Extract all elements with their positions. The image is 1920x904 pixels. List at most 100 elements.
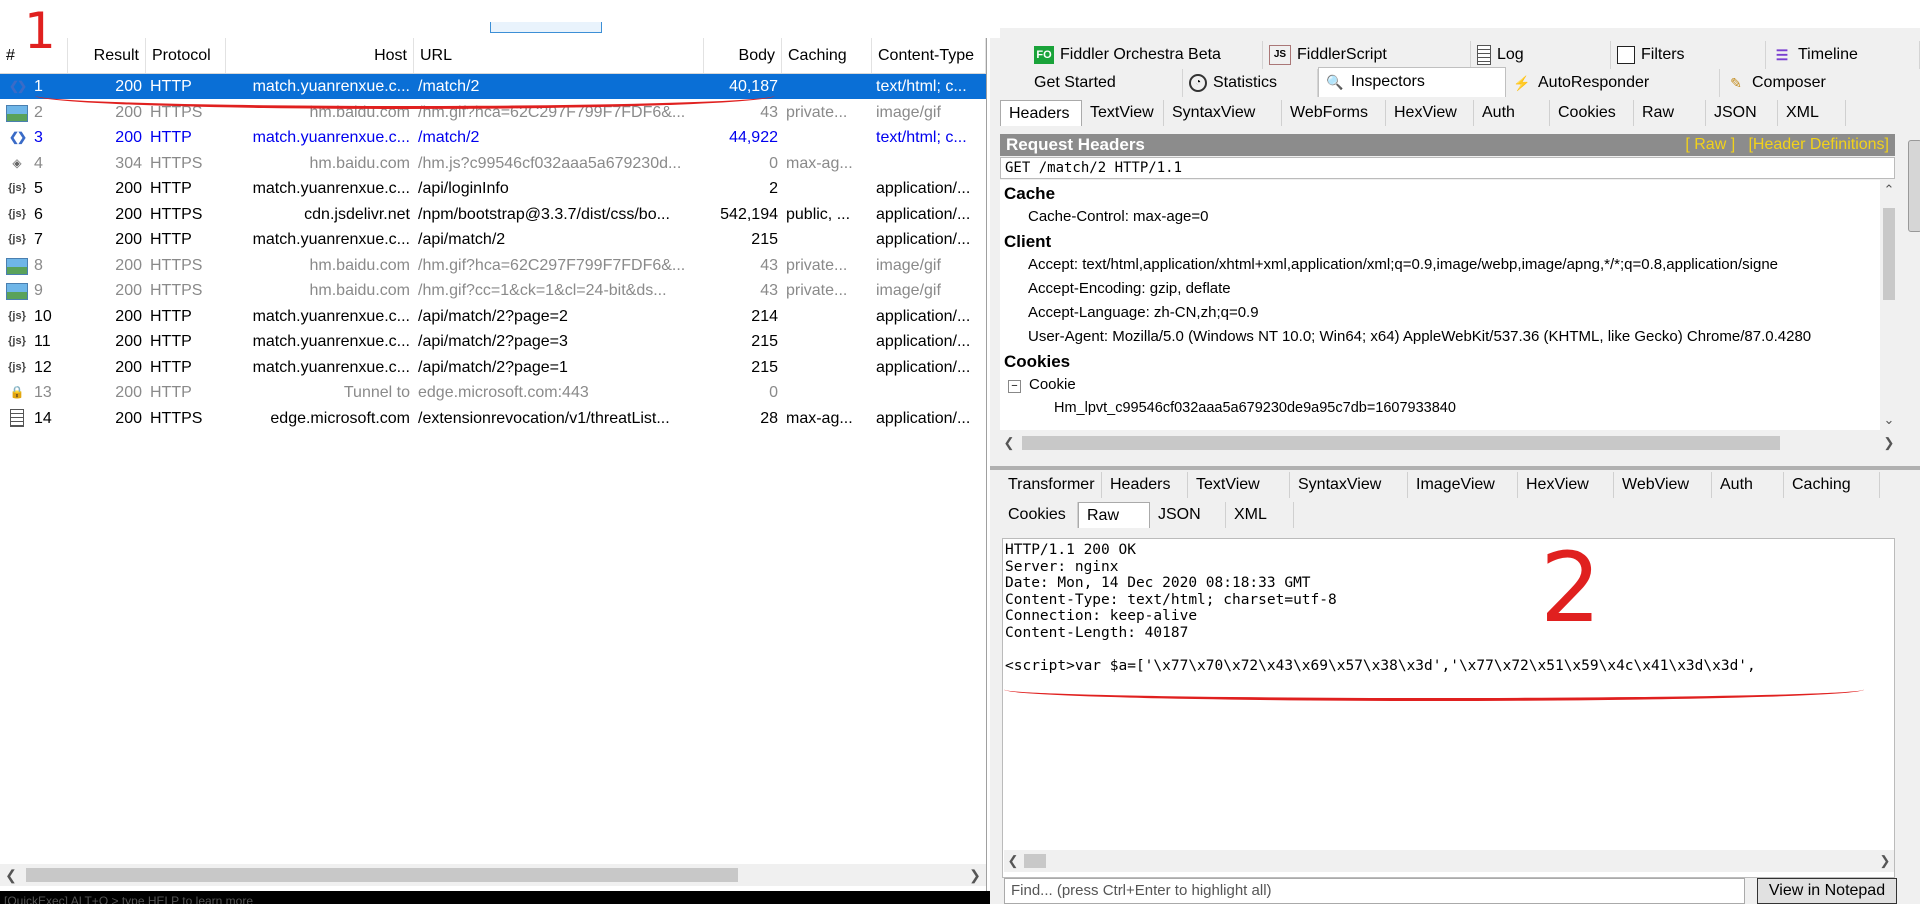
group-client[interactable]: Client — [1000, 232, 1051, 252]
tab-composer[interactable]: ✎ Composer — [1720, 69, 1920, 97]
column-header-url[interactable]: URL — [414, 38, 704, 73]
request-tab-xml[interactable]: XML — [1778, 100, 1846, 126]
collapse-icon[interactable]: − — [1008, 380, 1021, 393]
scroll-up-icon[interactable]: ⌃ — [1880, 180, 1898, 200]
response-tab-cookies[interactable]: Cookies — [1000, 502, 1078, 528]
column-header-body[interactable]: Body — [704, 38, 782, 73]
cell-result: 304 — [115, 154, 142, 172]
request-tab-hexview[interactable]: HexView — [1386, 100, 1474, 126]
request-tab-cookies[interactable]: Cookies — [1550, 100, 1634, 126]
session-row[interactable]: {js} 10 200 HTTP match.yuanrenxue.c... /api/m… — [0, 304, 986, 329]
scrollbar-thumb[interactable] — [1022, 436, 1780, 450]
session-row[interactable]: 8 200 HTTPS hm.baidu.com/hm.gif?hca=62C297F… — [0, 253, 986, 278]
tab-autoresponder[interactable]: ⚡ AutoResponder — [1506, 69, 1720, 97]
header-accept[interactable]: Accept: text/html,application/xhtml+xml,… — [1028, 256, 1778, 273]
response-tab-headers[interactable]: Headers — [1102, 472, 1188, 498]
response-tab-textview[interactable]: TextView — [1188, 472, 1290, 498]
header-accept-encoding[interactable]: Accept-Encoding: gzip, deflate — [1028, 280, 1231, 297]
response-horizontal-scrollbar[interactable]: ❮ ❯ — [1004, 850, 1894, 872]
scroll-right-icon[interactable]: ❯ — [1880, 433, 1898, 453]
header-user-agent[interactable]: User-Agent: Mozilla/5.0 (Windows NT 10.0… — [1028, 328, 1811, 345]
request-tab-webforms[interactable]: WebForms — [1282, 100, 1386, 126]
session-row[interactable]: 14 200 HTTPS edge.microsoft.com/extensionre… — [0, 406, 986, 431]
session-row[interactable]: {js} 7 200 HTTP match.yuanrenxue.c... /api/ma… — [0, 227, 986, 252]
cell-content-type: text/html; c... — [876, 78, 967, 95]
scroll-right-icon[interactable]: ❯ — [1876, 851, 1894, 871]
response-tab-xml[interactable]: XML — [1226, 502, 1294, 528]
scrollbar-thumb[interactable] — [1024, 854, 1046, 868]
session-row[interactable]: {js} 6 200 HTTPS cdn.jsdelivr.net/npm/bootst… — [0, 202, 986, 227]
column-header-result[interactable]: Result — [68, 38, 146, 73]
tab-log[interactable]: Log — [1471, 41, 1611, 69]
response-tab-auth[interactable]: Auth — [1712, 472, 1784, 498]
group-cookies[interactable]: Cookies — [1000, 352, 1070, 372]
request-tab-textview[interactable]: TextView — [1082, 100, 1164, 126]
response-tab-raw[interactable]: Raw — [1078, 502, 1150, 528]
request-tab-syntaxview[interactable]: SyntaxView — [1164, 100, 1282, 126]
cell-body: 28 — [760, 409, 778, 427]
cell-caching: max-ag... — [786, 154, 853, 172]
session-row[interactable]: ◈ 4 304 HTTPS hm.baidu.com/hm.js?c99546cf032… — [0, 151, 986, 176]
group-cache[interactable]: Cache — [1000, 184, 1055, 204]
cell-body: 215 — [751, 333, 778, 350]
request-tab-json[interactable]: JSON — [1706, 100, 1778, 126]
script-icon: JS — [1269, 44, 1291, 65]
scroll-down-icon[interactable]: ⌄ — [1880, 410, 1898, 430]
request-tab-raw[interactable]: Raw — [1634, 100, 1706, 126]
find-input[interactable]: Find... (press Ctrl+Enter to highlight a… — [1004, 878, 1745, 904]
session-row[interactable]: {js} 11 200 HTTP match.yuanrenxue.c... /api/m… — [0, 329, 986, 354]
column-header-caching[interactable]: Caching — [782, 38, 872, 73]
tab-get-started[interactable]: Get Started — [1028, 69, 1183, 97]
column-header-protocol[interactable]: Protocol — [146, 38, 226, 73]
request-headers-vertical-scrollbar[interactable]: ⌃ ⌄ — [1880, 180, 1898, 430]
cell-number: 14 — [34, 409, 52, 427]
header-accept-language[interactable]: Accept-Language: zh-CN,zh;q=0.9 — [1028, 304, 1259, 321]
response-tab-imageview[interactable]: ImageView — [1408, 472, 1518, 498]
json-icon: {js} — [8, 207, 26, 220]
raw-link[interactable]: [ Raw ] — [1685, 136, 1735, 153]
cell-result: 200 — [115, 205, 142, 223]
tab-fiddlerscript[interactable]: JS FiddlerScript — [1263, 41, 1471, 69]
scrollbar-thumb[interactable] — [1883, 208, 1895, 300]
response-tab-hexview[interactable]: HexView — [1518, 472, 1614, 498]
session-row[interactable]: ❮❯ 3 200 HTTP match.yuanrenxue.c... /match/2 4… — [0, 125, 986, 150]
image-icon — [6, 283, 28, 300]
top-toolbar-strip — [0, 0, 1920, 38]
response-tab-json[interactable]: JSON — [1150, 502, 1226, 528]
session-list-horizontal-scrollbar[interactable]: ❮ ❯ — [0, 864, 986, 886]
scroll-right-icon[interactable]: ❯ — [964, 864, 986, 886]
session-row[interactable]: 9 200 HTTPS hm.baidu.com/hm.gif?cc=1&ck=1&c… — [0, 278, 986, 303]
fo-icon: FO — [1034, 45, 1054, 64]
cell-host: match.yuanrenxue.c... — [252, 180, 410, 197]
response-tab-syntaxview[interactable]: SyntaxView — [1290, 472, 1408, 498]
cookie-node[interactable]: − Cookie — [1008, 376, 1076, 393]
tab-inspectors[interactable]: 🔍 Inspectors — [1318, 67, 1506, 97]
view-in-notepad-button[interactable]: View in Notepad — [1757, 878, 1897, 904]
session-row[interactable]: {js} 12 200 HTTP match.yuanrenxue.c... /api/m… — [0, 355, 986, 380]
quickexec-input[interactable]: [QuickExec] ALT+Q > type HELP to learn m… — [0, 891, 990, 904]
column-header-content-type[interactable]: Content-Type — [872, 38, 986, 73]
session-row[interactable]: 🔒 13 200 HTTP Tunnel to edge.microsoft.com:44… — [0, 380, 986, 405]
session-row[interactable]: {js} 5 200 HTTP match.yuanrenxue.c... /api/lo… — [0, 176, 986, 201]
tab-statistics[interactable]: ◔ Statistics — [1183, 69, 1318, 97]
scroll-left-icon[interactable]: ❮ — [1000, 433, 1018, 453]
header-cache-control[interactable]: Cache-Control: max-age=0 — [1028, 208, 1209, 225]
request-headers-horizontal-scrollbar[interactable]: ❮ ❯ — [1000, 432, 1898, 454]
tab-timeline[interactable]: ☰ Timeline — [1766, 41, 1920, 69]
scroll-left-icon[interactable]: ❮ — [1004, 851, 1022, 871]
response-tab-webview[interactable]: WebView — [1614, 472, 1712, 498]
cookie-value[interactable]: Hm_lpvt_c99546cf032aaa5a679230de9a95c7db… — [1054, 400, 1456, 416]
panel-edge-handle[interactable] — [1908, 140, 1920, 232]
cell-number: 13 — [34, 384, 52, 401]
tab-fiddler-orchestra[interactable]: FO Fiddler Orchestra Beta — [1028, 41, 1263, 69]
header-definitions-link[interactable]: [Header Definitions] — [1748, 136, 1889, 153]
request-tab-auth[interactable]: Auth — [1474, 100, 1550, 126]
response-raw-text[interactable]: HTTP/1.1 200 OK Server: nginx Date: Mon,… — [1002, 538, 1895, 878]
scrollbar-thumb[interactable] — [26, 868, 738, 882]
scroll-left-icon[interactable]: ❮ — [0, 864, 22, 886]
request-tab-headers[interactable]: Headers — [1000, 100, 1082, 126]
column-header-host[interactable]: Host — [226, 38, 414, 73]
tab-filters[interactable]: Filters — [1611, 41, 1766, 69]
response-tab-transformer[interactable]: Transformer — [1000, 472, 1102, 498]
response-tab-caching[interactable]: Caching — [1784, 472, 1880, 498]
